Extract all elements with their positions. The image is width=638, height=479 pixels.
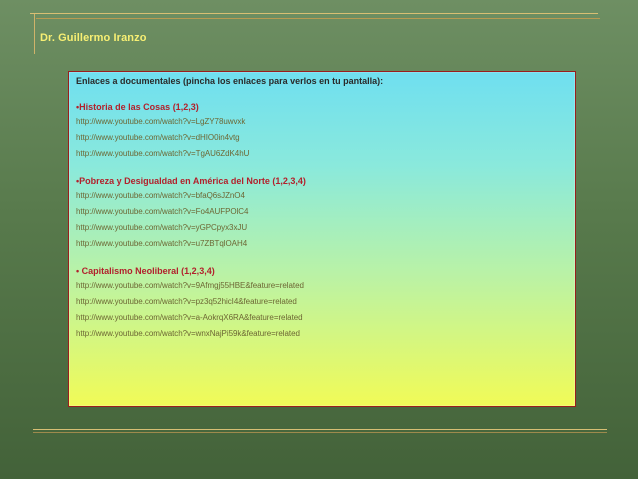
link-list: http://www.youtube.com/watch?v=bfaQ6sJZn… xyxy=(76,188,567,252)
section-title: • Capitalismo Neoliberal (1,2,3,4) xyxy=(76,266,215,276)
bottom-decorative-line xyxy=(33,429,607,430)
links-panel: Enlaces a documentales (pincha los enlac… xyxy=(68,71,576,407)
bottom-decorative-line-secondary xyxy=(33,432,607,433)
intro-text: Enlaces a documentales (pincha los enlac… xyxy=(76,76,384,86)
video-link[interactable]: http://www.youtube.com/watch?v=wnxNajPi5… xyxy=(76,326,567,342)
video-link[interactable]: http://www.youtube.com/watch?v=bfaQ6sJZn… xyxy=(76,188,567,204)
video-link[interactable]: http://www.youtube.com/watch?v=u7ZBTqlOA… xyxy=(76,236,567,252)
top-decorative-vertical-line xyxy=(34,14,35,54)
author-label: Dr. Guillermo Iranzo xyxy=(40,32,147,44)
section-pobreza: •Pobreza y Desigualdad en América del No… xyxy=(76,174,567,252)
video-link[interactable]: http://www.youtube.com/watch?v=LgZY78uwv… xyxy=(76,114,567,130)
link-list: http://www.youtube.com/watch?v=9Afmgj55H… xyxy=(76,278,567,342)
video-link[interactable]: http://www.youtube.com/watch?v=yGPCpyx3x… xyxy=(76,220,567,236)
section-historia: •Historia de las Cosas (1,2,3) http://ww… xyxy=(76,100,567,162)
link-list: http://www.youtube.com/watch?v=LgZY78uwv… xyxy=(76,114,567,162)
section-title: •Pobreza y Desigualdad en América del No… xyxy=(76,176,306,186)
top-decorative-line xyxy=(30,13,598,14)
video-link[interactable]: http://www.youtube.com/watch?v=TgAU6ZdK4… xyxy=(76,146,567,162)
video-link[interactable]: http://www.youtube.com/watch?v=dHIO0in4v… xyxy=(76,130,567,146)
video-link[interactable]: http://www.youtube.com/watch?v=Fo4AUFPOl… xyxy=(76,204,567,220)
section-capitalismo: • Capitalismo Neoliberal (1,2,3,4) http:… xyxy=(76,264,567,342)
top-decorative-line-secondary xyxy=(36,18,600,19)
section-title: •Historia de las Cosas (1,2,3) xyxy=(76,102,199,112)
links-panel-content: Enlaces a documentales (pincha los enlac… xyxy=(76,75,567,342)
video-link[interactable]: http://www.youtube.com/watch?v=9Afmgj55H… xyxy=(76,278,567,294)
video-link[interactable]: http://www.youtube.com/watch?v=pz3q52hic… xyxy=(76,294,567,310)
video-link[interactable]: http://www.youtube.com/watch?v=a-AokrqX6… xyxy=(76,310,567,326)
